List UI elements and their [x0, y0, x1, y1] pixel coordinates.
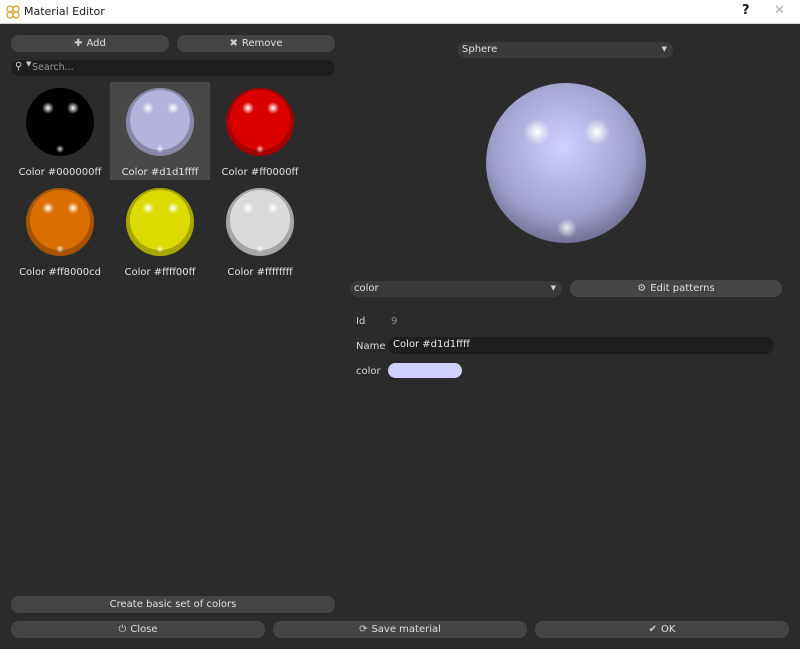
material-swatch-sphere — [126, 188, 194, 256]
preview-shape-value: Sphere — [462, 44, 498, 55]
save-material-label: Save material — [371, 624, 441, 635]
material-swatch-sphere — [226, 188, 294, 256]
color-label: color — [356, 366, 381, 377]
material-tile[interactable]: Color #ff0000ff — [210, 82, 310, 180]
material-tile-label: Color #ff0000ff — [221, 167, 299, 178]
power-icon: ⏻ — [118, 624, 127, 635]
material-tile[interactable]: Color #ffffffff — [210, 182, 310, 280]
material-swatch-sphere — [26, 88, 94, 156]
window-title: Material Editor — [24, 5, 105, 18]
remove-button-label: Remove — [241, 38, 283, 49]
create-basic-colors-button[interactable]: Create basic set of colors — [11, 596, 335, 613]
material-swatch-sphere — [126, 88, 194, 156]
close-window-button[interactable]: ✕ — [774, 3, 785, 18]
chevron-down-icon: ▼ — [26, 60, 32, 68]
material-tile[interactable]: Color #000000ff — [10, 82, 110, 180]
add-button-label: Add — [86, 38, 106, 49]
search-icon: ⚲ — [15, 61, 23, 72]
app-icon — [6, 5, 20, 19]
help-button[interactable]: ? — [742, 3, 750, 18]
pattern-value: color — [354, 283, 379, 294]
material-preview-sphere — [486, 83, 646, 243]
material-swatch-sphere — [226, 88, 294, 156]
remove-button[interactable]: ✖ Remove — [177, 35, 335, 52]
material-tile-label: Color #ffffffff — [227, 267, 293, 278]
preview-shape-select[interactable]: Sphere ▼ — [458, 42, 673, 58]
chevron-down-icon: ▼ — [661, 45, 667, 53]
ok-button-label: OK — [660, 624, 676, 635]
material-tile-label: Color #ffff00ff — [124, 267, 196, 278]
close-button-label: Close — [130, 624, 158, 635]
material-tile[interactable]: Color #ffff00ff — [110, 182, 210, 280]
edit-patterns-label: Edit patterns — [650, 283, 715, 294]
refresh-icon: ⟳ — [359, 624, 368, 635]
save-material-button[interactable]: ⟳ Save material — [273, 621, 527, 638]
chevron-down-icon: ▼ — [550, 284, 556, 292]
color-swatch[interactable] — [388, 363, 462, 378]
name-label: Name — [356, 341, 386, 352]
add-button[interactable]: ✚ Add — [11, 35, 169, 52]
name-field[interactable]: Color #d1d1ffff — [388, 337, 774, 354]
close-button[interactable]: ⏻ Close — [11, 621, 265, 638]
edit-patterns-button[interactable]: ⚙ Edit patterns — [570, 280, 782, 297]
ok-button[interactable]: ✔ OK — [535, 621, 789, 638]
title-bar: Material Editor ? ✕ — [0, 0, 800, 24]
checkmark-icon: ✔ — [648, 624, 657, 635]
material-tile[interactable]: Color #d1d1ffff — [110, 82, 210, 180]
material-swatch-sphere — [26, 188, 94, 256]
gear-icon: ⚙ — [637, 283, 647, 294]
search-placeholder: Search... — [32, 62, 74, 73]
id-value: 9 — [391, 316, 398, 327]
id-label: Id — [356, 316, 366, 327]
create-basic-colors-label: Create basic set of colors — [109, 599, 237, 610]
pattern-select[interactable]: color ▼ — [350, 281, 562, 297]
plus-icon: ✚ — [74, 38, 83, 49]
material-tile-label: Color #ff8000cd — [19, 267, 101, 278]
material-tile-label: Color #d1d1ffff — [121, 167, 199, 178]
search-input[interactable]: ⚲ ▼ Search... — [11, 60, 335, 76]
remove-icon: ✖ — [229, 38, 238, 49]
material-tile-label: Color #000000ff — [18, 167, 102, 178]
material-tile[interactable]: Color #ff8000cd — [10, 182, 110, 280]
